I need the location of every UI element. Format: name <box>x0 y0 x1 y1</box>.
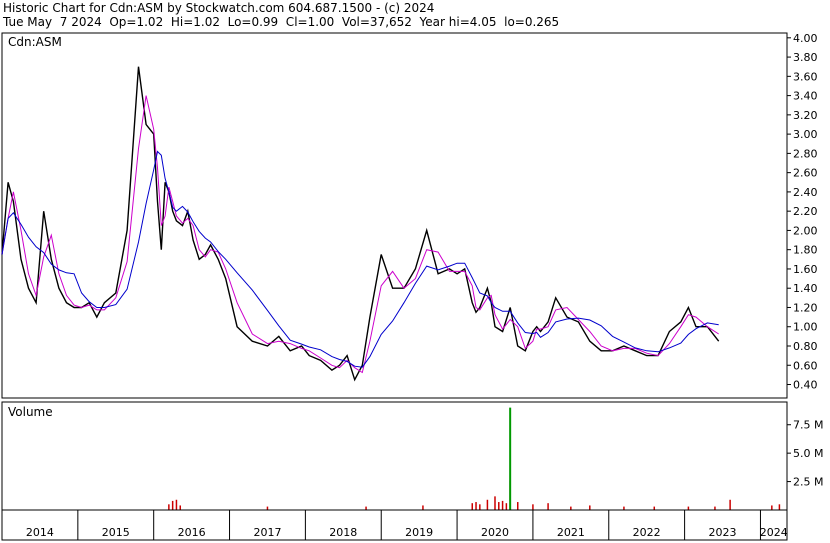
price-tick-label: 2.00 <box>793 224 818 237</box>
price-tick-label: 0.80 <box>793 340 818 353</box>
long-moving-average-line <box>1 150 719 368</box>
volume-panel: Volume 7.5 M 5.0 M 2.5 M <box>1 401 823 511</box>
price-tick-label: 3.60 <box>793 70 818 83</box>
year-label: 2021 <box>557 526 585 539</box>
year-label: 2022 <box>633 526 661 539</box>
year-label: 2019 <box>405 526 433 539</box>
volume-tick-label: 2.5 M <box>793 476 823 489</box>
year-label: 2024 <box>760 526 788 539</box>
price-tick-label: 3.20 <box>793 109 818 122</box>
price-tick-label: 3.40 <box>793 90 818 103</box>
price-tick-label: 1.20 <box>793 301 818 314</box>
price-panel: Cdn:ASM 4.00 3.80 3.60 3.40 3.20 3.00 2.80 2.60 2… <box>1 32 818 399</box>
volume-tick-label: 7.5 M <box>793 419 823 432</box>
year-label: 2015 <box>102 526 130 539</box>
price-tick-label: 1.80 <box>793 244 818 257</box>
price-tick-label: 2.80 <box>793 147 818 160</box>
price-panel-title: Cdn:ASM <box>8 35 62 49</box>
price-tick-label: 1.60 <box>793 263 818 276</box>
price-tick-label: 2.60 <box>793 167 818 180</box>
year-label: 2018 <box>329 526 357 539</box>
volume-frame <box>1 401 788 511</box>
price-tick-label: 3.80 <box>793 51 818 64</box>
year-label: 2014 <box>26 526 54 539</box>
price-tick-label: 0.40 <box>793 379 818 392</box>
short-moving-average-line <box>1 95 719 374</box>
price-series-line <box>1 66 720 382</box>
price-tick-label: 4.00 <box>793 32 818 45</box>
price-tick-label: 2.20 <box>793 205 818 218</box>
price-tick-label: 1.00 <box>793 321 818 334</box>
stock-chart: Cdn:ASM 4.00 3.80 3.60 3.40 3.20 3.00 2.80 2.60 2… <box>1 32 823 541</box>
price-tick-label: 2.40 <box>793 186 818 199</box>
year-label: 2017 <box>253 526 281 539</box>
price-tick-label: 0.60 <box>793 359 818 372</box>
year-label: 2016 <box>178 526 206 539</box>
year-axis: 2014 2015 2016 2017 2018 2019 2020 2021 2022 2023… <box>1 509 788 541</box>
price-tick-label: 1.40 <box>793 282 818 295</box>
volume-panel-title: Volume <box>8 405 53 419</box>
year-label: 2020 <box>481 526 509 539</box>
year-label: 2023 <box>709 526 737 539</box>
volume-tick-label: 5.0 M <box>793 447 823 460</box>
price-tick-label: 3.00 <box>793 128 818 141</box>
